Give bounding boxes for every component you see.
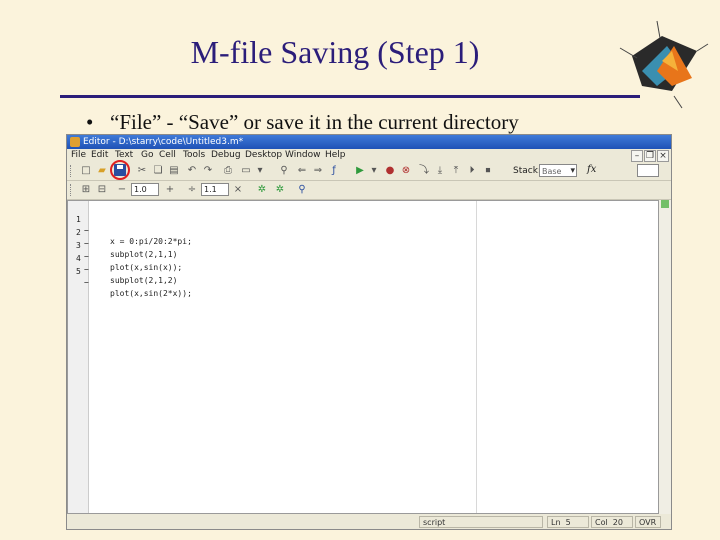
menu-go[interactable]: Go <box>141 150 153 160</box>
main-toolbar: □ ▰ ✂ ❏ ▤ ↶ ↷ ⎙ ▭ ▾ ⚲ ⇐ ⇒ ƒ ▶ ▾ ● ⊗ ⤵ ⤓ … <box>67 160 671 181</box>
step-out-icon[interactable]: ⤒ <box>449 164 463 178</box>
menu-window[interactable]: Window <box>285 150 321 160</box>
editor-window-title: Editor - D:\starry\code\Untitled3.m* <box>83 137 244 147</box>
status-line-value: 5 <box>565 518 571 527</box>
function-browser-icon[interactable]: ƒ <box>327 164 341 178</box>
code-line[interactable]: 3 − plot(x,sin(x)); <box>72 229 182 272</box>
restore-icon[interactable]: ❐ <box>644 150 656 162</box>
menu-desktop[interactable]: Desktop <box>245 150 282 160</box>
toolbar-grip-icon[interactable] <box>70 184 73 196</box>
cut-icon[interactable]: ✂ <box>135 164 149 178</box>
forward-arrow-icon[interactable]: ⇒ <box>311 164 325 178</box>
toolbar-grip-icon[interactable] <box>70 165 73 177</box>
line-code[interactable]: subplot(2,1,2) <box>110 275 177 286</box>
cell-publish-icon[interactable]: ⚲ <box>295 183 309 197</box>
continue-icon[interactable]: ⏵ <box>465 164 479 178</box>
cell-divide-button[interactable]: ÷ <box>185 183 199 197</box>
vertical-scrollbar[interactable] <box>659 200 671 514</box>
open-folder-icon[interactable]: ▰ <box>95 164 109 178</box>
cell-toolbar: ⊞ ⊟ − 1.0 + ÷ 1.1 × ✲ ✲ ⚲ <box>67 181 671 200</box>
run-dropdown-icon[interactable]: ▾ <box>367 164 381 178</box>
line-code[interactable]: subplot(2,1,1) <box>110 249 177 260</box>
find-binoculars-icon[interactable]: ⚲ <box>277 164 291 178</box>
cell-increment-field[interactable]: 1.0 <box>131 183 159 196</box>
paste-icon[interactable]: ▤ <box>167 164 181 178</box>
matlab-logo-icon <box>619 20 709 109</box>
editor-titlebar[interactable]: Editor - D:\starry\code\Untitled3.m* <box>67 135 671 149</box>
line-number: 5 <box>76 267 81 276</box>
menubar: File Edit Text Go Cell Tools Debug Deskt… <box>67 149 671 162</box>
bullet-item: • “File” - “Save” or save it in the curre… <box>86 110 519 135</box>
find-files-icon[interactable]: ▭ <box>239 164 253 178</box>
cell-eval-advance-icon[interactable]: ⊟ <box>95 183 109 197</box>
dock-layout-icon[interactable] <box>637 164 659 177</box>
mlint-status-icon[interactable] <box>661 200 669 208</box>
redo-icon[interactable]: ↷ <box>201 164 215 178</box>
menu-help[interactable]: Help <box>325 150 346 160</box>
bullet-dot-icon: • <box>86 110 94 134</box>
slide-title: M-file Saving (Step 1) <box>190 34 480 70</box>
status-column-label: Col <box>595 518 608 527</box>
cell-eval-icon[interactable]: ⊞ <box>79 183 93 197</box>
close-icon[interactable]: × <box>657 150 669 162</box>
minimize-icon[interactable]: – <box>631 150 643 162</box>
code-line[interactable]: 4 − subplot(2,1,2) <box>72 242 177 285</box>
status-ovr: OVR <box>635 516 661 528</box>
clear-breakpoints-icon[interactable]: ⊗ <box>399 164 413 178</box>
stack-select[interactable]: Base <box>539 164 577 178</box>
cell-multiply-field[interactable]: 1.1 <box>201 183 229 196</box>
menu-text[interactable]: Text <box>115 150 133 160</box>
breakpoint-marker[interactable]: − <box>84 277 89 288</box>
set-breakpoint-icon[interactable]: ● <box>383 164 397 178</box>
back-arrow-icon[interactable]: ⇐ <box>295 164 309 178</box>
menu-cell[interactable]: Cell <box>159 150 176 160</box>
line-code[interactable]: x = 0:pi/20:2*pi; <box>110 236 192 247</box>
bullet-text: “File” - “Save” or save it in the curren… <box>110 110 519 134</box>
editor-window: Editor - D:\starry\code\Untitled3.m* Fil… <box>66 134 672 530</box>
status-column: Col 20 <box>591 516 633 528</box>
cell-close-button[interactable]: × <box>231 183 245 197</box>
menu-file[interactable]: File <box>71 150 86 160</box>
cell-plus-button[interactable]: + <box>163 183 177 197</box>
copy-icon[interactable]: ❏ <box>151 164 165 178</box>
right-margin-line <box>476 201 477 513</box>
line-code[interactable]: plot(x,sin(x)); <box>110 262 182 273</box>
new-file-icon[interactable]: □ <box>79 164 93 178</box>
status-column-value: 20 <box>612 518 623 527</box>
cell-minus-button[interactable]: − <box>115 183 129 197</box>
step-icon[interactable]: ⤵ <box>417 164 431 178</box>
cell-hide-icon[interactable]: ✲ <box>273 183 287 197</box>
status-mode: script <box>419 516 543 528</box>
stack-label: Stack: <box>513 166 541 176</box>
print-icon[interactable]: ⎙ <box>221 164 235 178</box>
exit-debug-icon[interactable]: ⏹ <box>481 164 495 178</box>
menu-debug[interactable]: Debug <box>211 150 241 160</box>
code-editor[interactable]: 1 − x = 0:pi/20:2*pi; 2 − subplot(2,1,1)… <box>67 200 659 514</box>
code-line[interactable]: 5 − plot(x,sin(2*x)); <box>72 255 192 298</box>
fx-icon[interactable]: fx <box>587 164 596 175</box>
undo-icon[interactable]: ↶ <box>185 164 199 178</box>
code-line[interactable]: 2 − subplot(2,1,1) <box>72 216 177 259</box>
status-line: Ln 5 <box>547 516 589 528</box>
line-code[interactable]: plot(x,sin(2*x)); <box>110 288 192 299</box>
menu-edit[interactable]: Edit <box>91 150 108 160</box>
status-bar: script Ln 5 Col 20 OVR <box>67 515 671 529</box>
status-line-label: Ln <box>551 518 561 527</box>
editor-app-icon <box>70 137 80 147</box>
code-line[interactable]: 1 − x = 0:pi/20:2*pi; <box>72 203 192 246</box>
step-in-icon[interactable]: ⤓ <box>433 164 447 178</box>
save-highlight-circle <box>110 160 130 180</box>
title-rule <box>60 95 640 98</box>
cell-show-icon[interactable]: ✲ <box>255 183 269 197</box>
run-icon[interactable]: ▶ <box>353 164 367 178</box>
dropdown-arrow-icon[interactable]: ▾ <box>253 164 267 178</box>
menu-tools[interactable]: Tools <box>183 150 205 160</box>
